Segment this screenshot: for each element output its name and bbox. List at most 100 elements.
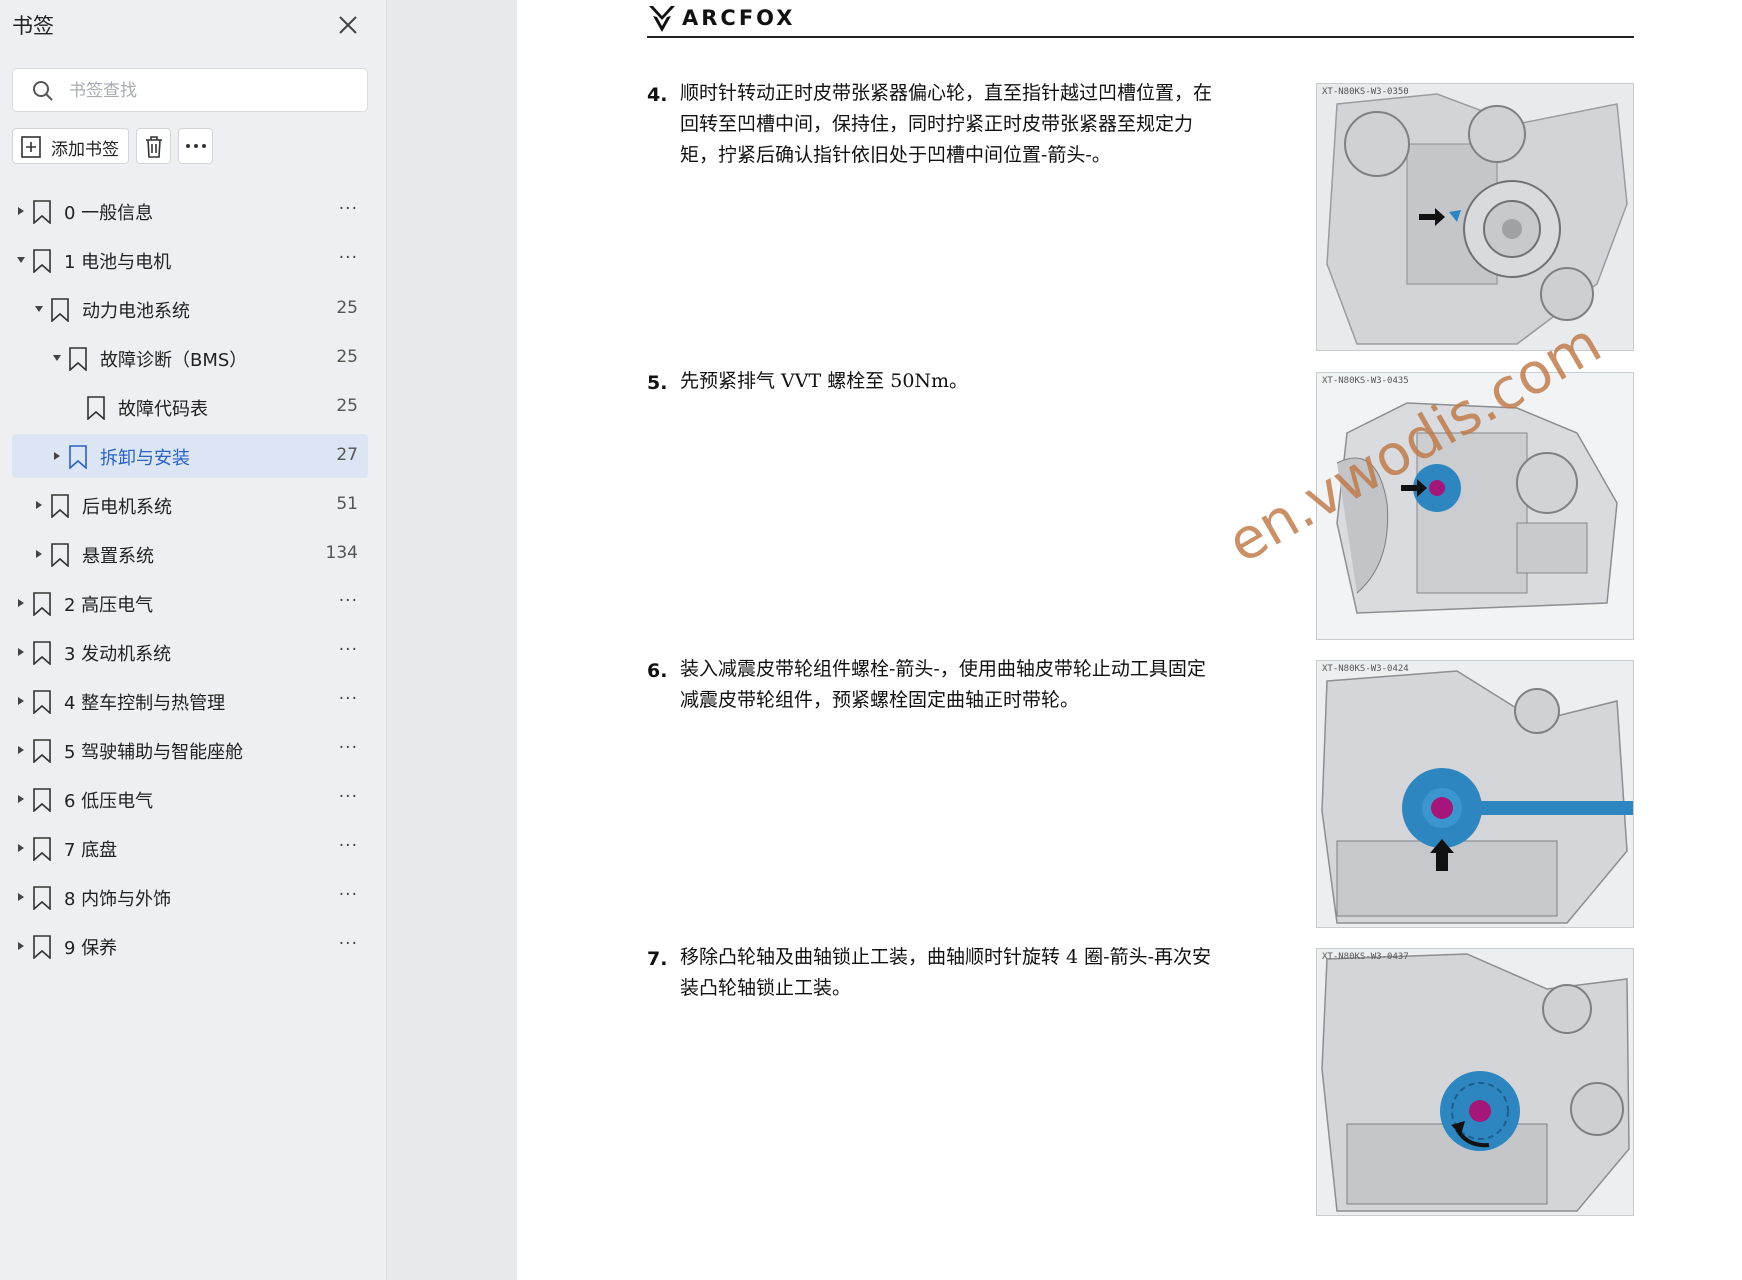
step-figure: XT-N80KS-W3-0437: [1316, 948, 1634, 1216]
arcfox-logo-icon: [649, 6, 675, 32]
page-number: 27: [336, 445, 358, 465]
bookmark-item[interactable]: 后电机系统 51: [12, 483, 368, 527]
bookmark-label: 8 内饰与外饰: [64, 889, 172, 910]
more-options-button[interactable]: [178, 128, 213, 164]
bookmark-icon: [33, 249, 51, 273]
bookmark-item[interactable]: 故障诊断（BMS） 25: [12, 336, 368, 380]
bookmark-item[interactable]: 1 电池与电机...: [12, 238, 368, 282]
bookmark-item[interactable]: 动力电池系统 25: [12, 287, 368, 331]
more-dots[interactable]: ...: [339, 194, 358, 214]
add-bookmark-label: 添加书签: [51, 140, 119, 160]
bookmark-item[interactable]: 4 整车控制与热管理...: [12, 679, 368, 723]
bookmark-search[interactable]: [12, 68, 368, 112]
collapsed-arrow-icon[interactable]: [16, 598, 26, 608]
bookmark-icon: [33, 690, 51, 714]
collapsed-arrow-icon[interactable]: [16, 892, 26, 902]
bookmark-item[interactable]: 0 一般信息...: [12, 189, 368, 233]
step-text: 移除凸轮轴及曲轴锁止工装，曲轴顺时针旋转 4 圈-箭头-再次安装凸轮轴锁止工装。: [680, 946, 1212, 999]
bookmark-icon: [51, 494, 69, 518]
add-bookmark-button[interactable]: 添加书签: [12, 128, 129, 164]
bookmark-item[interactable]: 悬置系统 134: [12, 532, 368, 576]
collapsed-arrow-icon[interactable]: [16, 206, 26, 216]
collapsed-arrow-icon[interactable]: [16, 794, 26, 804]
engine-illustration: [1317, 84, 1633, 350]
bookmark-icon: [33, 200, 51, 224]
bookmark-label: 拆卸与安装: [100, 448, 190, 469]
collapsed-arrow-icon[interactable]: [16, 843, 26, 853]
step-figure: XT-N80KS-W3-0350: [1316, 83, 1634, 351]
bookmark-item[interactable]: 3 发动机系统...: [12, 630, 368, 674]
bookmark-label: 后电机系统: [82, 497, 172, 518]
collapsed-arrow-icon[interactable]: [34, 549, 44, 559]
figure-code: XT-N80KS-W3-0435: [1322, 376, 1409, 386]
bookmark-label: 2 高压电气: [64, 595, 154, 616]
step-figure: XT-N80KS-W3-0424: [1316, 660, 1634, 928]
step-text: 先预紧排气 VVT 螺栓至 50Nm。: [680, 370, 969, 392]
bookmark-icon: [33, 641, 51, 665]
bookmark-icon: [51, 298, 69, 322]
bookmark-item[interactable]: 7 底盘...: [12, 826, 368, 870]
bookmark-icon: [51, 543, 69, 567]
expanded-arrow-icon[interactable]: [16, 255, 26, 265]
bookmark-icon: [69, 347, 87, 371]
bookmark-item[interactable]: 6 低压电气...: [12, 777, 368, 821]
page-number: 25: [336, 298, 358, 318]
collapsed-arrow-icon[interactable]: [16, 647, 26, 657]
figure-code: XT-N80KS-W3-0424: [1322, 664, 1409, 674]
bookmark-label: 故障代码表: [118, 399, 208, 420]
expanded-arrow-icon[interactable]: [52, 353, 62, 363]
page-number: 51: [336, 494, 358, 514]
search-icon: [33, 81, 53, 101]
more-dots[interactable]: ...: [339, 586, 358, 606]
bookmark-item[interactable]: 9 保养...: [12, 924, 368, 968]
search-input[interactable]: [67, 78, 351, 104]
step-number: 4.: [647, 84, 668, 106]
bookmark-icon: [33, 592, 51, 616]
bookmark-label: 6 低压电气: [64, 791, 154, 812]
header-rule: [647, 36, 1634, 38]
more-dots[interactable]: ...: [339, 782, 358, 802]
page-number: 25: [336, 347, 358, 367]
collapsed-arrow-icon[interactable]: [34, 500, 44, 510]
bookmark-label: 0 一般信息: [64, 203, 154, 224]
bookmark-label: 1 电池与电机: [64, 252, 172, 273]
more-dots[interactable]: ...: [339, 684, 358, 704]
expanded-arrow-icon[interactable]: [34, 304, 44, 314]
more-dots[interactable]: ...: [339, 243, 358, 263]
step-number: 6.: [647, 660, 668, 682]
bookmark-panel: 书签 添加书签 0 一般信息...1 电池与电机...动力电池系统25故障诊断（…: [0, 0, 386, 1280]
step-number: 5.: [647, 372, 668, 394]
step-text: 顺时针转动正时皮带张紧器偏心轮，直至指针越过凹槽位置，在回转至凹槽中间，保持住，…: [680, 82, 1213, 166]
engine-illustration: [1317, 949, 1633, 1215]
more-dots[interactable]: ...: [339, 929, 358, 949]
bookmark-icon: [33, 739, 51, 763]
figure-code: XT-N80KS-W3-0350: [1322, 87, 1409, 97]
close-icon[interactable]: [335, 12, 361, 38]
bookmark-item[interactable]: 8 内饰与外饰...: [12, 875, 368, 919]
delete-bookmark-button[interactable]: [136, 128, 171, 164]
page-number: 134: [325, 543, 358, 563]
bookmark-label: 故障诊断（BMS）: [100, 350, 248, 371]
collapsed-arrow-icon[interactable]: [16, 941, 26, 951]
more-dots[interactable]: ...: [339, 635, 358, 655]
bookmark-label: 5 驾驶辅助与智能座舱: [64, 742, 244, 763]
more-dots[interactable]: ...: [339, 880, 358, 900]
bookmark-label: 7 底盘: [64, 840, 118, 861]
bookmark-item[interactable]: 故障代码表 25: [12, 385, 368, 429]
bookmark-item[interactable]: 拆卸与安装 27: [12, 434, 368, 478]
step-number: 7.: [647, 948, 668, 970]
collapsed-arrow-icon[interactable]: [16, 745, 26, 755]
add-bookmark-icon: [21, 136, 41, 158]
trash-icon: [146, 136, 162, 158]
bookmark-icon: [33, 837, 51, 861]
collapsed-arrow-icon[interactable]: [52, 451, 62, 461]
document-page: ARCFOX 4. 顺时针转动正时皮带张紧器偏心轮，直至指针越过凹槽位置，在回转…: [517, 0, 1742, 1280]
bookmark-icon: [69, 445, 87, 469]
more-dots[interactable]: ...: [339, 733, 358, 753]
collapsed-arrow-icon[interactable]: [16, 696, 26, 706]
brand-name: ARCFOX: [682, 6, 796, 30]
more-dots[interactable]: ...: [339, 831, 358, 851]
bookmark-item[interactable]: 5 驾驶辅助与智能座舱...: [12, 728, 368, 772]
bookmark-item[interactable]: 2 高压电气...: [12, 581, 368, 625]
more-icon: [186, 144, 206, 148]
